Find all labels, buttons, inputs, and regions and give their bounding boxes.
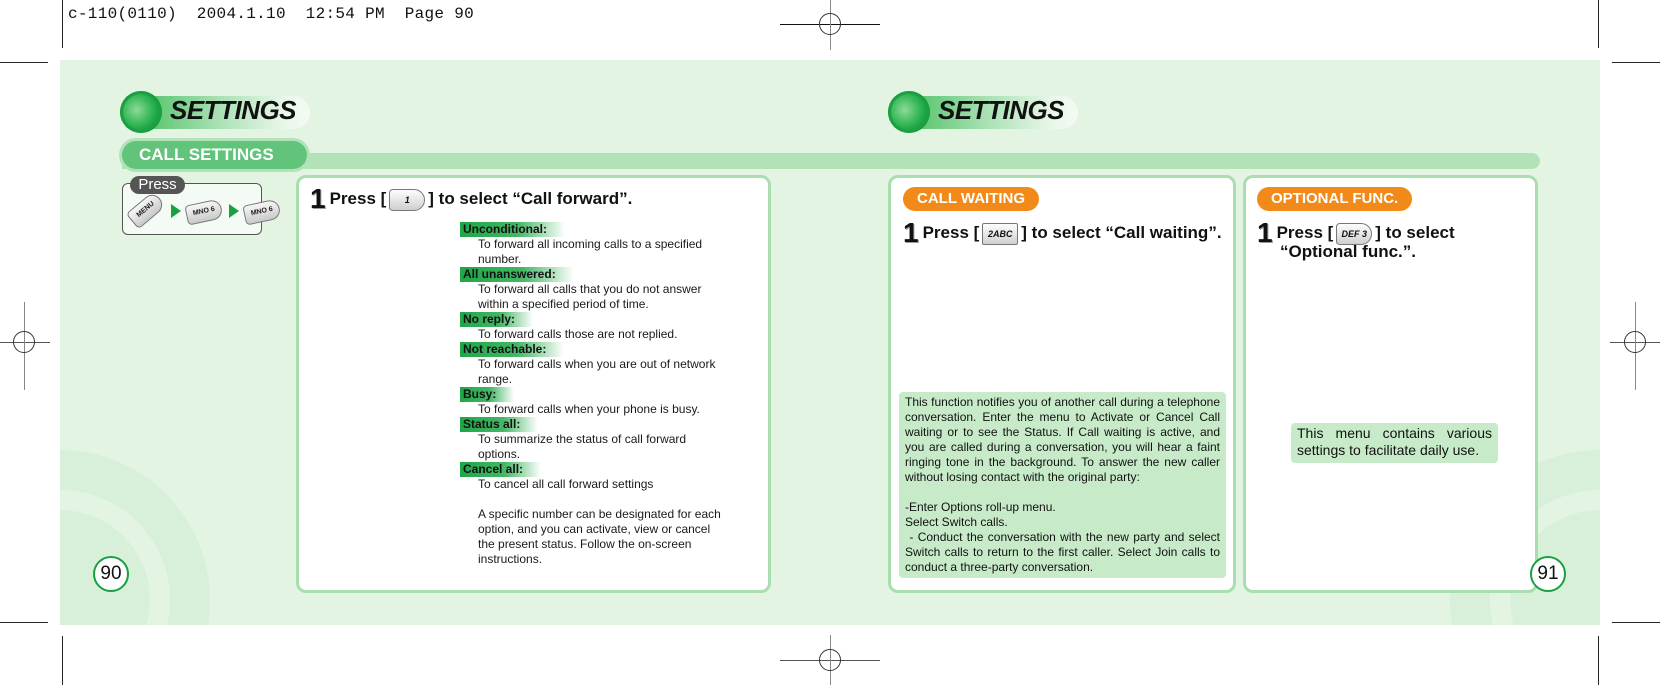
call-forward-options: Unconditional: To forward all incoming ca… — [460, 222, 730, 567]
info-paragraph: This function notifies you of another ca… — [905, 395, 1220, 484]
option-term: No reply: — [460, 312, 534, 327]
crop-mark — [62, 636, 63, 685]
section-title: SETTINGS — [938, 95, 1065, 125]
option-desc: To forward all incoming calls to a speci… — [478, 237, 703, 266]
option-term: Status all: — [460, 417, 539, 432]
crop-mark — [0, 62, 48, 63]
option-desc: To forward calls those are not replied. — [478, 327, 678, 341]
call-waiting-badge: CALL WAITING — [903, 187, 1040, 211]
page-number-right: 91 — [1530, 556, 1566, 592]
info-paragraph: - Conduct the conversation with the new … — [905, 530, 1224, 574]
call-waiting-info: This function notifies you of another ca… — [899, 392, 1226, 578]
section-header-left: SETTINGS — [120, 91, 320, 133]
step-suffix: ] to select — [1375, 223, 1455, 242]
step-number: 1 — [903, 217, 919, 248]
info-paragraph: Select Switch calls. — [905, 515, 1008, 529]
key-1-icon: 1 — [389, 188, 426, 211]
step-suffix-line2: “Optional func.”. — [1280, 242, 1416, 261]
slug-time: 12:54 PM — [305, 5, 385, 23]
key-2-icon: 2ABC — [982, 222, 1019, 245]
option-term: Busy: — [460, 387, 515, 402]
step-call-forward: 1 Press [1] to select “Call forward”. — [310, 183, 632, 215]
step-call-waiting: 1 Press [2ABC] to select “Call waiting”. — [903, 217, 1222, 249]
option-item: Unconditional: To forward all incoming ca… — [460, 222, 730, 267]
slug-job: c-110(0110) — [68, 5, 177, 23]
step-prefix: Press [ — [1276, 223, 1334, 242]
subsection-bar — [122, 153, 1540, 169]
page-number-left: 90 — [93, 556, 129, 592]
option-term: Unconditional: — [460, 222, 565, 237]
option-item: Not reachable: To forward calls when you … — [460, 342, 730, 387]
step-suffix: ] to select “Call waiting”. — [1021, 223, 1222, 242]
option-desc: To forward calls when you are out of net… — [478, 357, 716, 386]
option-term: Not reachable: — [460, 342, 565, 357]
crop-mark — [0, 622, 48, 623]
option-item: Busy: To forward calls when your phone is… — [460, 387, 730, 417]
subsection-title-pill: CALL SETTINGS — [122, 141, 307, 169]
arrow-right-icon — [229, 204, 239, 218]
section-title: SETTINGS — [170, 95, 297, 125]
crop-mark — [1598, 0, 1599, 48]
print-slug: c-110(0110) 2004.1.10 12:54 PM Page 90 — [68, 5, 474, 23]
option-item: Cancel all: To cancel all call forward se… — [460, 462, 730, 492]
press-label: Press — [130, 176, 185, 194]
green-orb-icon — [120, 91, 162, 133]
info-paragraph: -Enter Options roll-up menu. — [905, 500, 1056, 514]
optional-func-info: This menu contains various settings to f… — [1291, 423, 1498, 463]
crop-mark — [62, 0, 63, 48]
option-desc: To cancel all call forward settings — [478, 477, 654, 491]
option-desc: To summarize the status of call forward … — [478, 432, 687, 461]
option-desc: To forward calls when your phone is busy… — [478, 402, 700, 416]
subsection-title: CALL SETTINGS — [139, 145, 274, 164]
option-term: All unanswered: — [460, 267, 574, 282]
optional-func-badge: OPTIONAL FUNC. — [1257, 187, 1413, 211]
green-orb-icon — [888, 91, 930, 133]
slug-date: 2004.1.10 — [196, 5, 286, 23]
step-prefix: Press [ — [922, 223, 980, 242]
call-forward-note: A specific number can be designated for … — [478, 507, 721, 566]
crop-mark — [1612, 62, 1660, 63]
option-term: Cancel all: — [460, 462, 542, 477]
crop-mark — [1612, 622, 1660, 623]
slug-page: Page 90 — [404, 5, 475, 23]
step-number: 1 — [1257, 217, 1273, 248]
step-number: 1 — [310, 183, 326, 214]
step-suffix: ] to select “Call forward”. — [428, 189, 633, 208]
section-header-right: SETTINGS — [888, 91, 1088, 133]
option-desc: To forward all calls that you do not ans… — [478, 282, 702, 311]
step-prefix: Press [ — [329, 189, 387, 208]
option-item: Status all: To summarize the status of ca… — [460, 417, 730, 462]
option-item: No reply: To forward calls those are not … — [460, 312, 730, 342]
arrow-right-icon — [171, 204, 181, 218]
crop-mark — [1598, 636, 1599, 685]
option-item: All unanswered: To forward all calls that… — [460, 267, 730, 312]
